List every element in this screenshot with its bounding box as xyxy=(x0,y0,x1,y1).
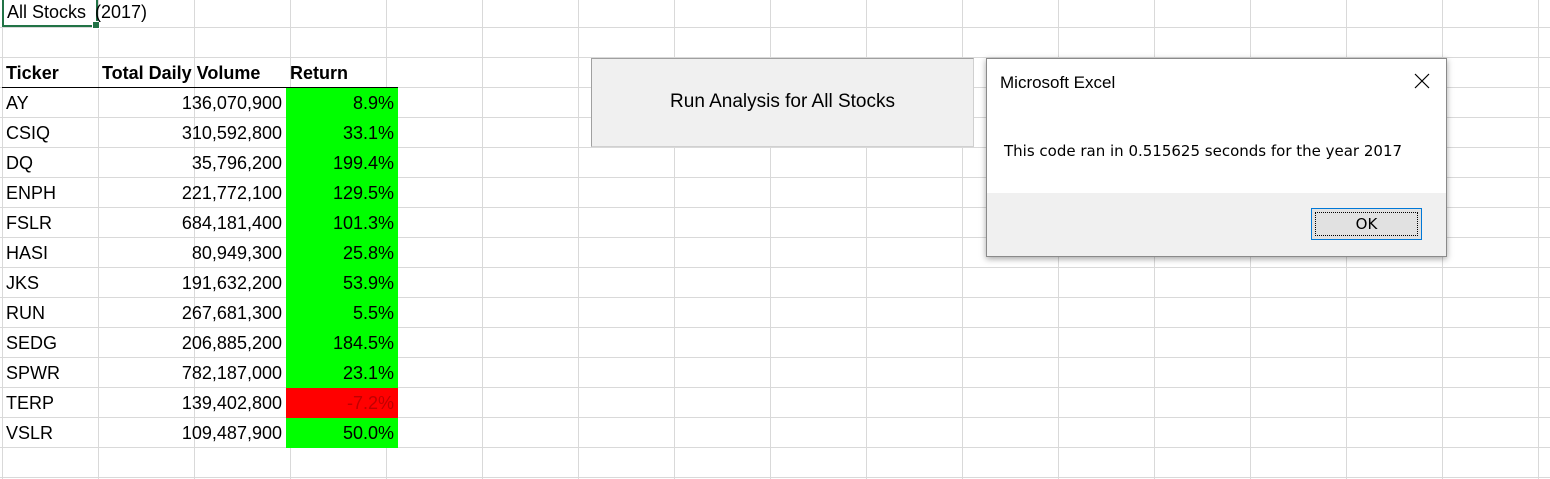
return-cell[interactable]: 50.0% xyxy=(286,418,398,448)
dialog-footer: OK xyxy=(987,193,1446,256)
volume-cell[interactable]: 109,487,900 xyxy=(98,418,286,448)
ticker-cell[interactable]: CSIQ xyxy=(2,118,98,148)
return-cell[interactable]: 101.3% xyxy=(286,208,398,238)
volume-cell[interactable]: 684,181,400 xyxy=(98,208,286,238)
volume-cell[interactable]: 206,885,200 xyxy=(98,328,286,358)
ticker-cell[interactable]: DQ xyxy=(2,148,98,178)
message-box-dialog: Microsoft Excel This code ran in 0.51562… xyxy=(986,58,1447,257)
ticker-cell[interactable]: SPWR xyxy=(2,358,98,388)
header-return[interactable]: Return xyxy=(286,58,398,88)
ticker-cell[interactable]: JKS xyxy=(2,268,98,298)
return-cell[interactable]: 33.1% xyxy=(286,118,398,148)
volume-cell[interactable]: 191,632,200 xyxy=(98,268,286,298)
return-cell[interactable]: 129.5% xyxy=(286,178,398,208)
return-cell[interactable]: -7.2% xyxy=(286,388,398,418)
ok-button[interactable]: OK xyxy=(1311,208,1422,240)
return-cell[interactable]: 184.5% xyxy=(286,328,398,358)
ticker-cell[interactable]: VSLR xyxy=(2,418,98,448)
header-ticker[interactable]: Ticker xyxy=(2,58,98,88)
return-cell[interactable]: 199.4% xyxy=(286,148,398,178)
close-icon[interactable] xyxy=(1412,71,1432,91)
return-cell[interactable]: 5.5% xyxy=(286,298,398,328)
ticker-cell[interactable]: AY xyxy=(2,88,98,118)
run-analysis-button-label: Run Analysis for All Stocks xyxy=(670,90,895,112)
header-total-daily-volume[interactable]: Total Daily Volume xyxy=(98,58,290,88)
ticker-cell[interactable]: SEDG xyxy=(2,328,98,358)
volume-cell[interactable]: 35,796,200 xyxy=(98,148,286,178)
title-cell-overflow: (2017) xyxy=(95,2,148,22)
return-cell[interactable]: 25.8% xyxy=(286,238,398,268)
volume-cell[interactable]: 221,772,100 xyxy=(98,178,286,208)
run-analysis-button[interactable]: Run Analysis for All Stocks xyxy=(591,58,974,147)
dialog-title: Microsoft Excel xyxy=(1000,73,1116,92)
dialog-message: This code ran in 0.515625 seconds for th… xyxy=(1004,142,1403,160)
return-cell[interactable]: 53.9% xyxy=(286,268,398,298)
ok-button-label: OK xyxy=(1355,215,1378,233)
title-cell-text: All Stocks xyxy=(7,2,87,22)
volume-cell[interactable]: 267,681,300 xyxy=(98,298,286,328)
ticker-cell[interactable]: HASI xyxy=(2,238,98,268)
ticker-cell[interactable]: TERP xyxy=(2,388,98,418)
volume-cell[interactable]: 139,402,800 xyxy=(98,388,286,418)
volume-cell[interactable]: 80,949,300 xyxy=(98,238,286,268)
volume-cell[interactable]: 782,187,000 xyxy=(98,358,286,388)
volume-cell[interactable]: 136,070,900 xyxy=(98,88,286,118)
ticker-cell[interactable]: RUN xyxy=(2,298,98,328)
volume-cell[interactable]: 310,592,800 xyxy=(98,118,286,148)
ticker-cell[interactable]: ENPH xyxy=(2,178,98,208)
return-cell[interactable]: 8.9% xyxy=(286,88,398,118)
return-cell[interactable]: 23.1% xyxy=(286,358,398,388)
ticker-cell[interactable]: FSLR xyxy=(2,208,98,238)
selected-cell-a1[interactable]: All Stocks xyxy=(2,0,100,29)
